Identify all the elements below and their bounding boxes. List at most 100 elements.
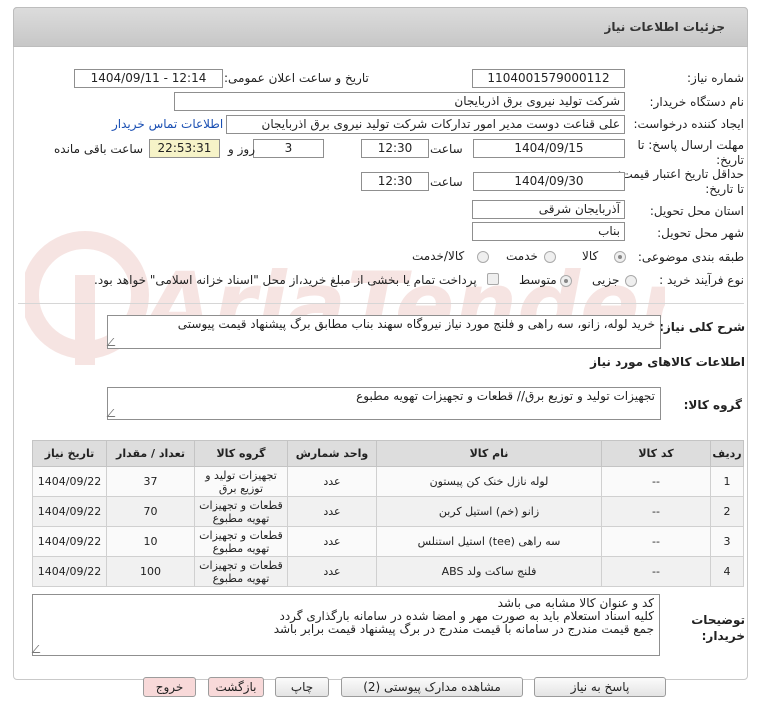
city-label: شهر محل تحویل: — [657, 226, 744, 240]
cell-group: قطعات و تجهیزات تهویه مطبوع — [194, 496, 288, 527]
buyer-org-field[interactable]: شرکت تولید نیروی برق اذربایجان — [174, 92, 625, 111]
reply-time-field[interactable]: 12:30 — [361, 139, 429, 158]
goods-group-label: گروه کالا: — [683, 398, 742, 412]
cell-group: تجهیزات تولید و توزیع برق — [194, 466, 288, 497]
cell-unit: عدد — [287, 526, 377, 557]
reply-deadline-label: مهلت ارسال پاسخ: تا تاریخ: — [637, 138, 744, 167]
cell-unit: عدد — [287, 466, 377, 497]
reply-time-label: ساعت — [430, 142, 463, 156]
purchase-minor-label: جزیی — [592, 273, 620, 287]
reply-date-field[interactable]: 1404/09/15 — [473, 139, 625, 158]
buyer-note-line: جمع قیمت مندرج در سامانه با قیمت مندرج د… — [273, 622, 654, 636]
cell-qty: 10 — [106, 526, 195, 557]
remaining-time-label: ساعت باقی مانده — [54, 142, 144, 156]
table-header-row: ردیف کد کالا نام کالا واحد شمارش گروه کا… — [32, 440, 744, 467]
table-row[interactable]: 2 -- زانو (خم) استیل کربن عدد قطعات و تج… — [32, 496, 744, 527]
section-divider — [18, 303, 744, 304]
cell-date: 1404/09/22 — [32, 466, 107, 497]
cell-name: زانو (خم) استیل کربن — [376, 496, 602, 527]
view-attachments-button[interactable]: مشاهده مدارک پیوستی (2) — [341, 677, 523, 697]
col-row-header: ردیف — [710, 440, 744, 467]
print-button[interactable]: چاپ — [275, 677, 329, 697]
description-label: شرح کلی نیاز: — [659, 320, 745, 334]
cell-group: قطعات و تجهیزات تهویه مطبوع — [194, 556, 288, 587]
reply-to-need-button[interactable]: پاسخ به نیاز — [534, 677, 666, 697]
description-textarea[interactable]: خرید لوله، زانو، سه راهی و فلنج مورد نیا… — [106, 315, 661, 349]
category-label: طبقه بندی موضوعی: — [637, 250, 744, 264]
col-code-header: کد کالا — [601, 440, 711, 467]
cell-date: 1404/09/22 — [32, 526, 107, 557]
goods-group-text: تجهیزات تولید و توزیع برق// قطعات و تجهی… — [356, 389, 655, 403]
remaining-time-field[interactable]: 22:53:31 — [149, 139, 220, 158]
back-button[interactable]: بازگشت — [208, 677, 264, 697]
need-number-label: شماره نیاز: — [687, 71, 744, 85]
page-title: جزئیات اطلاعات نیاز — [604, 20, 725, 34]
purchase-minor-radio[interactable] — [625, 275, 637, 287]
resize-grip-icon[interactable] — [31, 645, 47, 653]
province-label: استان محل تحویل: — [649, 204, 744, 218]
category-service-radio[interactable] — [544, 251, 556, 263]
resize-grip-icon[interactable] — [106, 338, 122, 346]
cell-name: فلنج ساکت ولد ABS — [376, 556, 602, 587]
table-row[interactable]: 3 -- سه راهی (tee) استیل استنلس عدد قطعا… — [32, 526, 744, 557]
category-goods-service-label: کالا/خدمت — [412, 249, 465, 263]
cell-qty: 100 — [106, 556, 195, 587]
col-group-header: گروه کالا — [194, 440, 288, 467]
category-goods-service-radio[interactable] — [477, 251, 489, 263]
cell-row: 4 — [710, 556, 744, 587]
province-field[interactable]: آذربایجان شرقی — [472, 200, 625, 219]
purchase-medium-radio[interactable] — [560, 275, 572, 287]
contact-info-link[interactable]: اطلاعات تماس خریدار — [112, 117, 223, 131]
cell-name: سه راهی (tee) استیل استنلس — [376, 526, 602, 557]
price-validity-label: حداقل تاریخ اعتبار قیمت: تا تاریخ: — [617, 167, 744, 196]
col-date-header: تاریخ نیاز — [32, 440, 107, 467]
category-goods-label: کالا — [582, 249, 599, 263]
category-goods-radio[interactable] — [614, 251, 626, 263]
need-number-field[interactable]: 1104001579000112 — [472, 69, 625, 88]
announce-datetime-field[interactable]: 1404/09/11 - 12:14 — [74, 69, 223, 88]
cell-date: 1404/09/22 — [32, 496, 107, 527]
buyer-notes-textarea[interactable]: کد و عنوان کالا مشابه می باشد کلیه اسناد… — [31, 594, 660, 656]
cell-qty: 37 — [106, 466, 195, 497]
cell-row: 2 — [710, 496, 744, 527]
cell-unit: عدد — [287, 556, 377, 587]
buyer-notes-label: توضیحات خریدار: — [691, 613, 745, 643]
cell-row: 3 — [710, 526, 744, 557]
cell-name: لوله نازل خنک کن پیستون — [376, 466, 602, 497]
creator-field[interactable]: علی قناعت دوست مدیر امور تدارکات شرکت تو… — [226, 115, 625, 134]
cell-qty: 70 — [106, 496, 195, 527]
creator-label: ایجاد کننده درخواست: — [633, 117, 744, 131]
resize-grip-icon[interactable] — [106, 409, 122, 417]
panel-header: جزئیات اطلاعات نیاز — [13, 7, 748, 47]
goods-group-textarea[interactable]: تجهیزات تولید و توزیع برق// قطعات و تجهی… — [106, 387, 661, 420]
validity-date-field[interactable]: 1404/09/30 — [473, 172, 625, 191]
buyer-org-label: نام دستگاه خریدار: — [649, 95, 745, 109]
city-field[interactable]: بناب — [472, 222, 625, 241]
treasury-payment-checkbox[interactable] — [487, 273, 499, 285]
goods-info-title: اطلاعات کالاهای مورد نیاز — [590, 355, 745, 369]
days-remaining-field[interactable]: 3 — [253, 139, 324, 158]
announce-label: تاریخ و ساعت اعلان عمومی: — [224, 71, 369, 85]
cell-group: قطعات و تجهیزات تهویه مطبوع — [194, 526, 288, 557]
validity-time-label: ساعت — [430, 175, 463, 189]
validity-time-field[interactable]: 12:30 — [361, 172, 429, 191]
col-unit-header: واحد شمارش — [287, 440, 377, 467]
cell-code: -- — [601, 496, 711, 527]
treasury-payment-note: پرداخت تمام یا بخشی از مبلغ خرید،از محل … — [94, 273, 477, 287]
cell-unit: عدد — [287, 496, 377, 527]
col-name-header: نام کالا — [376, 440, 602, 467]
items-table: ردیف کد کالا نام کالا واحد شمارش گروه کا… — [32, 440, 744, 587]
cell-code: -- — [601, 526, 711, 557]
purchase-type-label: نوع فرآیند خرید : — [659, 273, 744, 287]
cell-row: 1 — [710, 466, 744, 497]
category-service-label: خدمت — [506, 249, 538, 263]
days-label: روز و — [228, 142, 255, 156]
purchase-medium-label: متوسط — [519, 273, 557, 287]
col-qty-header: تعداد / مقدار — [106, 440, 195, 467]
cell-date: 1404/09/22 — [32, 556, 107, 587]
exit-button[interactable]: خروج — [143, 677, 196, 697]
table-row[interactable]: 4 -- فلنج ساکت ولد ABS عدد قطعات و تجهیز… — [32, 556, 744, 587]
cell-code: -- — [601, 556, 711, 587]
cell-code: -- — [601, 466, 711, 497]
table-row[interactable]: 1 -- لوله نازل خنک کن پیستون عدد تجهیزات… — [32, 466, 744, 497]
